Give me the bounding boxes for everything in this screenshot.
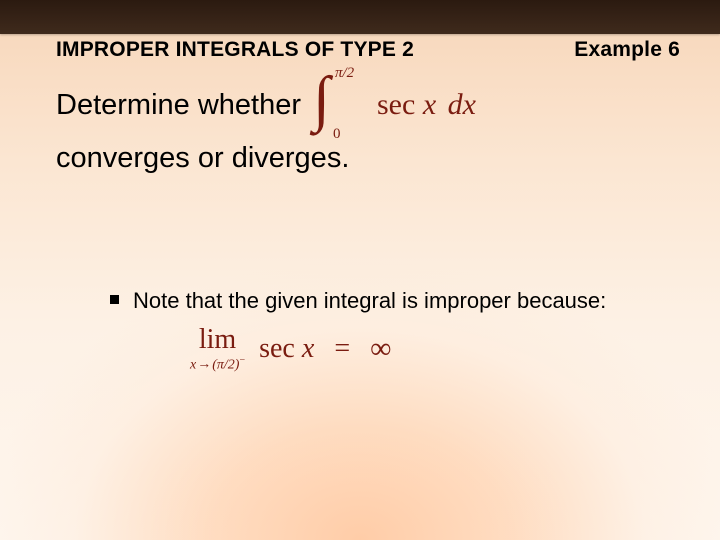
lim-sub-pi: π <box>217 357 224 372</box>
sec-function: sec <box>377 88 415 121</box>
variable-x: x <box>423 88 436 121</box>
integral-sign-icon: ∫ <box>313 68 330 130</box>
prompt-line-1: Determine whether ∫ π/2 0 sec x dx <box>56 78 680 132</box>
note-block: Note that the given integral is improper… <box>110 286 660 372</box>
integral-upper-limit: π/2 <box>335 66 354 81</box>
bullet-icon <box>110 295 119 304</box>
variable-x-2: x <box>302 333 314 364</box>
sec-function-2: sec <box>259 333 295 364</box>
lim-word: lim <box>199 326 236 354</box>
lim-stack: lim x→(π/2)− <box>190 326 245 373</box>
over-two: /2 <box>343 65 355 81</box>
sec-x: sec x <box>259 330 314 368</box>
integral-expression: ∫ π/2 0 sec x dx <box>315 78 476 132</box>
title-bar <box>0 0 720 34</box>
header-example: Example 6 <box>574 38 680 62</box>
minus-superscript: − <box>239 355 245 366</box>
prompt-line-2: converges or diverges. <box>56 136 680 181</box>
main-content: Determine whether ∫ π/2 0 sec x dx conve… <box>56 78 680 181</box>
integral-sign-block: ∫ π/2 0 <box>315 78 345 132</box>
lim-sub-over-two: /2 <box>224 357 235 372</box>
equals-sign: = <box>328 330 356 368</box>
arrow-icon: → <box>196 357 212 372</box>
bullet-row: Note that the given integral is improper… <box>110 286 660 316</box>
prompt-pre-text: Determine whether <box>56 83 301 128</box>
dx: dx <box>448 88 476 121</box>
lim-subscript: x→(π/2)− <box>190 356 245 373</box>
limit-expression: lim x→(π/2)− sec x = ∞ <box>190 326 660 373</box>
note-text: Note that the given integral is improper… <box>133 286 606 316</box>
integrand: sec x dx <box>373 90 476 120</box>
pi-symbol: π <box>335 65 343 81</box>
integral-lower-limit: 0 <box>333 127 341 142</box>
slide-header: IMPROPER INTEGRALS OF TYPE 2 Example 6 <box>56 38 690 62</box>
infinity-symbol: ∞ <box>370 329 391 370</box>
header-title: IMPROPER INTEGRALS OF TYPE 2 <box>56 38 414 61</box>
